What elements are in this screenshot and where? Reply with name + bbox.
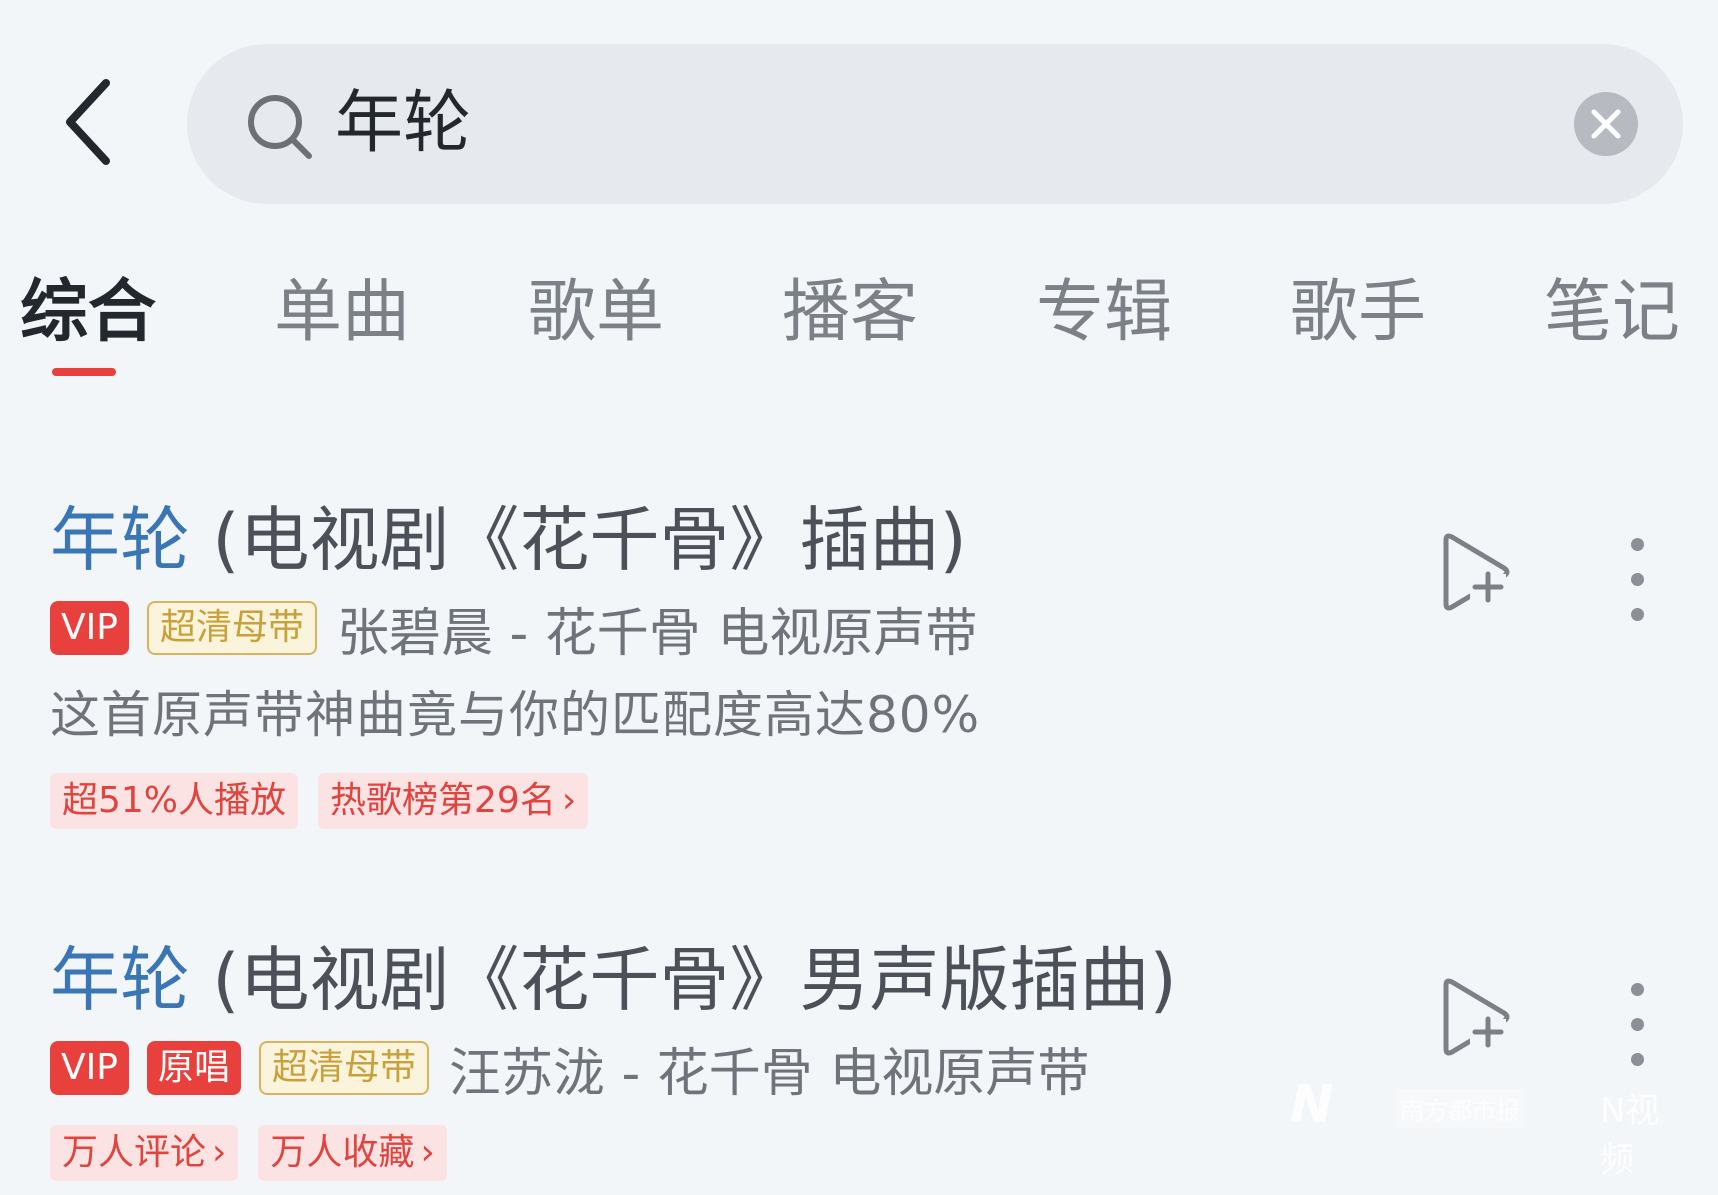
tab-albums[interactable]: 专辑 <box>1036 270 1172 356</box>
song-title-highlight: 年轮 <box>50 939 190 1021</box>
tab-podcasts[interactable]: 播客 <box>782 270 918 356</box>
search-category-tabs: 综合 单曲 歌单 播客 专辑 歌手 笔记 <box>0 270 1718 380</box>
dot <box>1631 608 1644 621</box>
song-result[interactable]: 年轮 (电视剧《花千骨》男声版插曲) VIP 原唱 超清母带 汪苏泷 - 花千骨… <box>0 935 1718 1195</box>
hq-master-badge: 超清母带 <box>146 601 317 655</box>
more-options-button[interactable] <box>1622 980 1652 1070</box>
tag-label: 万人评论 <box>62 1132 207 1173</box>
song-result[interactable]: 年轮 (电视剧《花千骨》插曲) VIP 超清母带 张碧晨 - 花千骨 电视原声带… <box>0 495 1718 845</box>
song-title: 年轮 (电视剧《花千骨》男声版插曲) <box>50 935 1177 1025</box>
tab-artists[interactable]: 歌手 <box>1290 270 1426 356</box>
close-icon <box>1591 109 1621 139</box>
watermark: N 南方都市报 N视频 <box>1290 1075 1690 1180</box>
artist-album: 张碧晨 - 花千骨 电视原声带 <box>336 603 978 664</box>
play-add-icon <box>1443 978 1510 1056</box>
song-meta: VIP 超清母带 张碧晨 - 花千骨 电视原声带 <box>50 599 977 664</box>
watermark-publisher: 南方都市报 <box>1396 1089 1524 1128</box>
song-tags: 万人评论 › 万人收藏 › <box>50 1125 467 1181</box>
vip-badge: VIP <box>50 601 129 655</box>
tag-label: 热歌榜第29名 <box>330 780 556 821</box>
hot-chart-tag[interactable]: 热歌榜第29名 › <box>318 773 589 829</box>
play-percent-tag[interactable]: 超51%人播放 <box>50 773 299 829</box>
comments-tag[interactable]: 万人评论 › <box>50 1125 239 1181</box>
tag-label: 超51%人播放 <box>62 780 287 821</box>
search-input[interactable]: 年轮 <box>335 84 471 164</box>
chevron-right-icon: › <box>212 1132 227 1173</box>
song-title-rest: (电视剧《花千骨》男声版插曲) <box>190 939 1177 1021</box>
song-title: 年轮 (电视剧《花千骨》插曲) <box>50 495 967 585</box>
dot <box>1631 538 1644 551</box>
hq-master-badge: 超清母带 <box>258 1041 429 1095</box>
vip-badge: VIP <box>50 1041 129 1095</box>
tag-label: 万人收藏 <box>270 1132 415 1173</box>
active-tab-indicator <box>52 368 116 376</box>
chevron-left-icon <box>66 79 110 165</box>
song-description: 这首原声带神曲竟与你的匹配度高达80% <box>50 686 981 744</box>
song-title-highlight: 年轮 <box>50 499 190 581</box>
song-title-rest: (电视剧《花千骨》插曲) <box>190 499 967 581</box>
chevron-right-icon: › <box>561 780 577 821</box>
back-button[interactable] <box>60 75 130 170</box>
tab-comprehensive[interactable]: 综合 <box>20 270 156 356</box>
add-to-playlist-button[interactable] <box>1436 530 1516 620</box>
dot <box>1631 1053 1644 1066</box>
original-singer-badge: 原唱 <box>146 1041 241 1095</box>
song-tags: 超51%人播放 热歌榜第29名 › <box>50 773 608 829</box>
search-icon <box>248 95 312 159</box>
dot <box>1631 983 1644 996</box>
artist-album: 汪苏泷 - 花千骨 电视原声带 <box>448 1043 1090 1104</box>
search-bar[interactable]: 年轮 <box>187 44 1683 204</box>
tab-playlists[interactable]: 歌单 <box>528 270 664 356</box>
tab-notes[interactable]: 笔记 <box>1544 270 1680 356</box>
favorites-tag[interactable]: 万人收藏 › <box>258 1125 447 1181</box>
play-add-icon <box>1443 533 1510 611</box>
add-to-playlist-button[interactable] <box>1436 975 1516 1065</box>
more-options-button[interactable] <box>1622 535 1652 625</box>
dot <box>1631 1018 1644 1031</box>
song-meta: VIP 原唱 超清母带 汪苏泷 - 花千骨 电视原声带 <box>50 1039 1089 1104</box>
watermark-video-brand: N视频 <box>1600 1091 1660 1180</box>
watermark-logo: N <box>1290 1075 1333 1135</box>
tab-songs[interactable]: 单曲 <box>274 270 410 356</box>
chevron-right-icon: › <box>420 1132 435 1173</box>
dot <box>1631 573 1644 586</box>
clear-search-button[interactable] <box>1574 92 1638 156</box>
